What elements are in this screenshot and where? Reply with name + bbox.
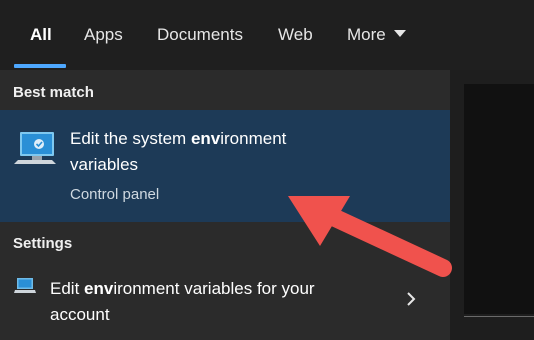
chevron-right-icon[interactable] <box>405 290 417 308</box>
settings-item-text-2: ironment variables for your <box>113 279 315 298</box>
preview-divider <box>464 316 534 317</box>
tab-documents[interactable]: Documents <box>157 24 243 46</box>
preview-pane <box>450 70 534 340</box>
settings-item-text: Edit <box>50 279 85 298</box>
tab-more-label: More <box>347 25 386 44</box>
settings-item-highlight: env <box>84 279 114 298</box>
best-match-title-highlight: env <box>190 129 221 148</box>
search-tabs-bar: All Apps Documents Web More <box>0 0 534 70</box>
settings-item-line2: account <box>50 305 110 324</box>
best-match-title-text: Edit the system <box>70 129 191 148</box>
tab-apps[interactable]: Apps <box>84 24 123 46</box>
chevron-down-icon <box>393 30 406 38</box>
best-match-heading: Best match <box>13 84 94 101</box>
monitor-settings-icon <box>14 132 56 164</box>
best-match-title-line2: variables <box>70 155 139 174</box>
settings-item-title: Edit environment variables for your acco… <box>50 276 380 328</box>
preview-card <box>464 84 534 314</box>
best-match-subtitle: Control panel <box>70 186 160 203</box>
best-match-title-text-2: ironment <box>220 129 287 148</box>
tab-more[interactable]: More <box>347 24 406 46</box>
tab-all[interactable]: All <box>30 24 52 46</box>
best-match-title: Edit the system environment variables <box>70 126 430 178</box>
tab-web[interactable]: Web <box>278 24 313 46</box>
settings-heading: Settings <box>13 235 73 252</box>
active-tab-indicator <box>14 64 66 68</box>
laptop-settings-icon <box>14 278 36 293</box>
